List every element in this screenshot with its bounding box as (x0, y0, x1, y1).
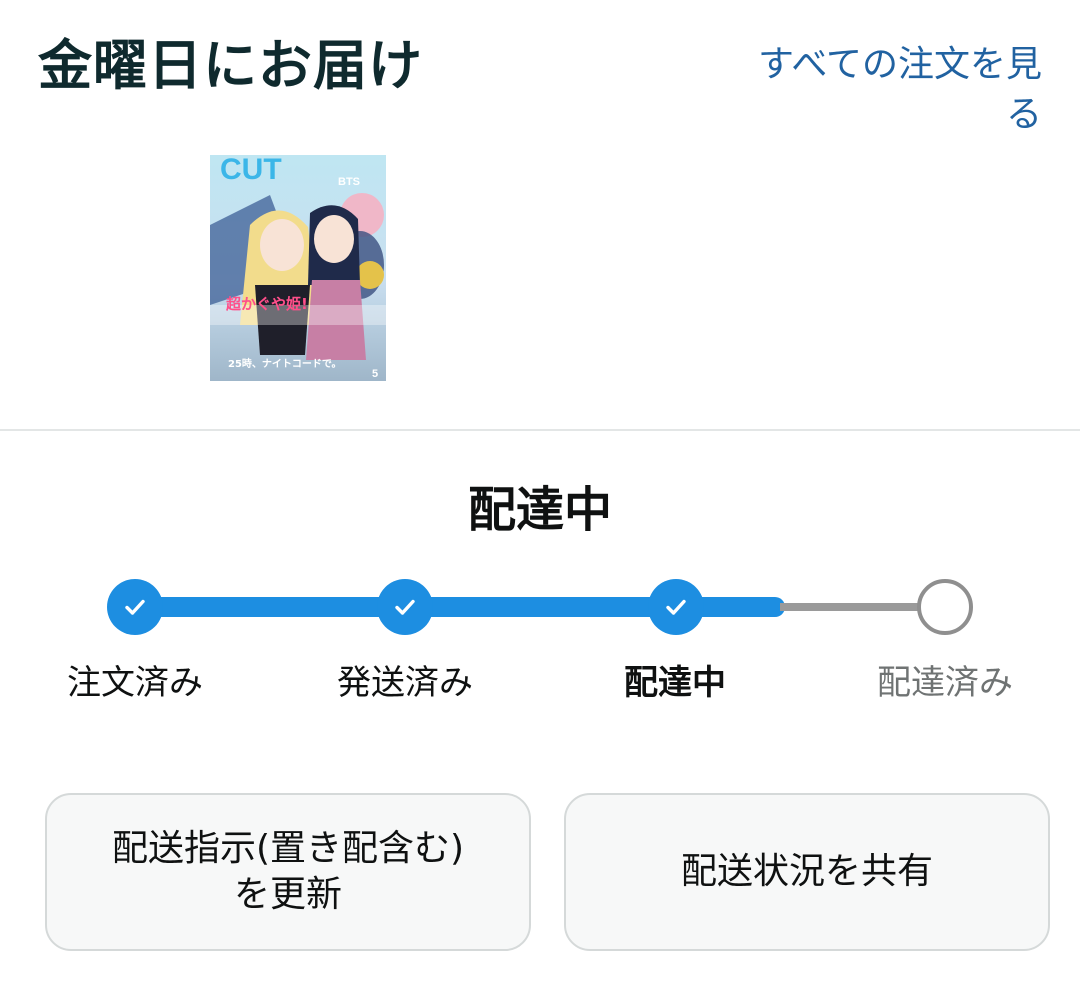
step-label-out-for-delivery: 配達中 (624, 663, 726, 703)
check-icon (125, 599, 145, 615)
delivery-status-title: 配達中 (467, 482, 612, 538)
update-delivery-instructions-button[interactable]: 配送指示(置き配含む) を更新 (45, 793, 531, 951)
step-label-ordered: 注文済み (67, 663, 203, 703)
step-delivered-dot (917, 579, 973, 635)
check-icon (395, 599, 415, 615)
view-all-orders-link[interactable]: すべての注文を見る (742, 40, 1042, 140)
cover-artist: BTS (338, 176, 360, 188)
cover-masthead: CUT (220, 155, 282, 186)
delivery-date-title: 金曜日にお届け (38, 34, 423, 97)
share-tracking-button-label: 配送状況を共有 (680, 851, 933, 892)
cover-headline: 超かぐや姫! (225, 295, 308, 313)
step-label-delivered: 配達済み (877, 663, 1013, 703)
magazine-cover-image: CUT BTS 超かぐや姫! 25時、ナイトコードで。 5 (210, 155, 386, 381)
step-label-shipped: 発送済み (337, 663, 473, 703)
shipment-progress-tracker: 注文済み 発送済み 配達中 配達済み (0, 560, 1080, 720)
step-ordered-dot (107, 579, 163, 635)
cover-issue: 5 (372, 368, 378, 380)
cover-tagline: 25時、ナイトコードで。 (228, 357, 342, 370)
check-icon (666, 599, 686, 615)
share-tracking-button[interactable]: 配送状況を共有 (564, 793, 1050, 951)
product-thumbnail[interactable]: CUT BTS 超かぐや姫! 25時、ナイトコードで。 5 (210, 155, 386, 381)
step-shipped-dot (377, 579, 433, 635)
section-divider (0, 429, 1080, 431)
order-tracking-page: 金曜日にお届け すべての注文を見る CUT BTS 超かぐや姫! 25時、ナイト… (0, 0, 1080, 989)
step-out-for-delivery-dot (648, 579, 704, 635)
update-delivery-button-label-line1: 配送指示(置き配含む) (111, 828, 465, 869)
update-delivery-button-label-line2: を更新 (233, 874, 342, 915)
